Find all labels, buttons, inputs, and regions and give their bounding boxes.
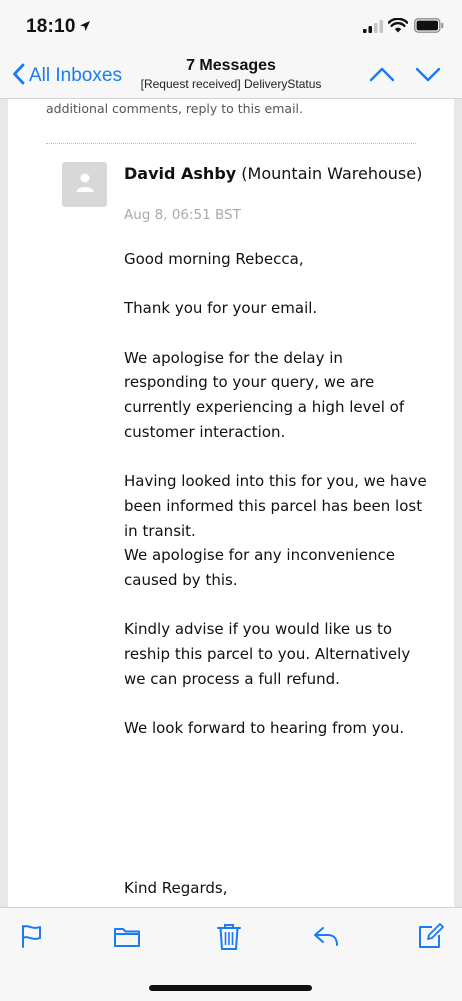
status-time: 18:10: [26, 16, 76, 37]
location-arrow-icon: [79, 19, 91, 37]
body-paragraph: We look forward to hearing from you.: [124, 719, 405, 738]
closing: Kind Regards,: [124, 879, 228, 897]
message-body: Good morning Rebecca, Thank you for your…: [124, 247, 429, 766]
reply-icon[interactable]: [311, 922, 341, 955]
sender-organization: (Mountain Warehouse): [241, 164, 423, 183]
trash-icon[interactable]: [215, 922, 243, 957]
sender-name: David Ashby: [124, 164, 237, 183]
battery-icon: [414, 18, 444, 38]
flag-icon[interactable]: [18, 922, 46, 955]
back-label: All Inboxes: [29, 65, 122, 86]
message-divider: [46, 143, 416, 144]
sender[interactable]: David Ashby (Mountain Warehouse): [124, 163, 424, 184]
navigation-bar: 7 Messages [Request received] DeliverySt…: [0, 54, 462, 99]
greeting: Good morning Rebecca,: [124, 250, 304, 268]
chevron-up-icon[interactable]: [368, 64, 396, 89]
message-card: additional comments, reply to this email…: [8, 99, 454, 907]
home-indicator[interactable]: [149, 985, 312, 991]
body-paragraph: We apologise for the delay in responding…: [124, 348, 405, 441]
body-paragraph: We apologise for any inconvenience cause…: [124, 546, 396, 590]
body-paragraph: Having looked into this for you, we have…: [124, 472, 427, 540]
body-paragraph: Thank you for your email.: [124, 299, 318, 318]
signal-icon: [363, 20, 383, 38]
back-button[interactable]: All Inboxes: [12, 62, 122, 90]
avatar: [62, 162, 107, 207]
previous-message-tail: additional comments, reply to this email…: [46, 101, 303, 116]
folder-icon[interactable]: [112, 922, 142, 955]
sent-date: Aug 8, 06:51 BST: [124, 207, 241, 223]
compose-icon[interactable]: [416, 922, 444, 955]
wifi-icon: [387, 17, 409, 38]
body-paragraph: Kindly advise if you would like us to re…: [124, 620, 411, 688]
status-bar: 18:10: [0, 0, 462, 54]
person-icon: [74, 171, 96, 198]
chevron-down-icon[interactable]: [414, 64, 442, 89]
chevron-left-icon: [12, 63, 25, 90]
message-content-area[interactable]: additional comments, reply to this email…: [0, 99, 462, 907]
